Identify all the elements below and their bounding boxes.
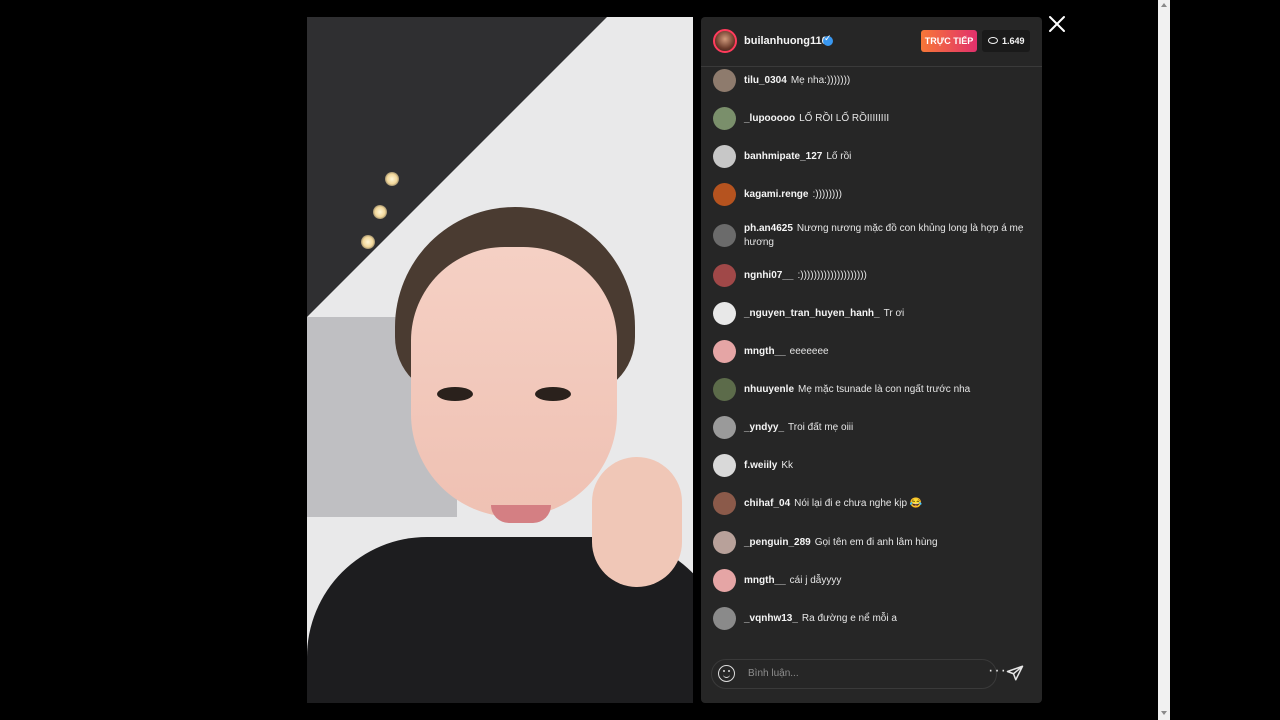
comment-text: Kk xyxy=(781,460,794,471)
comment-text: cái j dẫyyyy xyxy=(789,575,842,586)
close-icon[interactable] xyxy=(1047,14,1067,34)
viewer-count-badge[interactable]: 1.649 xyxy=(982,30,1030,52)
commenter-avatar[interactable] xyxy=(713,183,736,206)
live-video-feed[interactable] xyxy=(307,17,693,703)
streamer-mouth xyxy=(491,505,551,523)
comment-text: Troi đất mẹ oiii xyxy=(788,422,854,433)
live-badge: TRỰC TIẾP xyxy=(921,30,977,52)
commenter-username[interactable]: banhmipate_127 xyxy=(744,151,822,162)
comment-text: Ra đường e nể mỗi a xyxy=(801,613,897,624)
comment-text: :)))))))))))))))))))) xyxy=(797,270,867,281)
scroll-down-arrow-icon[interactable] xyxy=(1161,711,1167,715)
live-chat-panel: builanhuong116 TRỰC TIẾP 1.649 tilu_0304… xyxy=(701,17,1042,703)
commenter-avatar[interactable] xyxy=(713,340,736,363)
more-options-icon[interactable]: ··· xyxy=(988,663,1006,683)
host-username[interactable]: builanhuong116 xyxy=(744,35,828,47)
commenter-avatar[interactable] xyxy=(713,302,736,325)
commenter-username[interactable]: f.weiily xyxy=(744,460,777,471)
commenter-avatar[interactable] xyxy=(713,145,736,168)
comment-text: Gọi tên em đi anh lâm hùng xyxy=(814,537,938,548)
comment-text: LỐ RỒI LỐ RỒIIIIIIII xyxy=(799,113,890,124)
streamer-face xyxy=(411,247,617,523)
comment-text: eeeeeee xyxy=(789,346,829,357)
commenter-avatar[interactable] xyxy=(713,378,736,401)
streamer-person xyxy=(307,207,693,703)
commenter-username[interactable]: _vqnhw13_ xyxy=(744,613,798,624)
verified-icon xyxy=(823,33,833,46)
streamer-eye xyxy=(535,387,571,401)
commenter-avatar[interactable] xyxy=(713,224,736,247)
comment-composer: ··· xyxy=(701,657,1042,703)
scroll-up-arrow-icon[interactable] xyxy=(1161,3,1167,7)
commenter-avatar[interactable] xyxy=(713,531,736,554)
comment-text: Lố rồi xyxy=(826,151,852,162)
host-avatar[interactable] xyxy=(713,29,737,53)
live-stream-viewer: builanhuong116 TRỰC TIẾP 1.649 tilu_0304… xyxy=(0,0,1280,720)
commenter-username[interactable]: nhuuyenle xyxy=(744,384,794,395)
comment-text: Tr ơi xyxy=(883,308,905,319)
ceiling-light xyxy=(385,172,399,186)
commenter-avatar[interactable] xyxy=(713,569,736,592)
comment-text: Mẹ mặc tsunade là con ngất trước nha xyxy=(798,384,971,395)
commenter-avatar[interactable] xyxy=(713,454,736,477)
comment-text: Mẹ nha:))))))) xyxy=(790,75,851,86)
commenter-avatar[interactable] xyxy=(713,264,736,287)
streamer-eye xyxy=(437,387,473,401)
commenter-username[interactable]: _nguyen_tran_huyen_hanh_ xyxy=(744,308,880,319)
commenter-username[interactable]: chihaf_04 xyxy=(744,498,790,509)
commenter-avatar[interactable] xyxy=(713,492,736,515)
commenter-avatar[interactable] xyxy=(713,607,736,630)
streamer-hand xyxy=(592,457,682,587)
live-header: builanhuong116 TRỰC TIẾP 1.649 xyxy=(701,17,1042,67)
viewer-count: 1.649 xyxy=(1002,36,1025,46)
page-scrollbar[interactable] xyxy=(1158,0,1170,720)
commenter-username[interactable]: kagami.renge xyxy=(744,189,808,200)
comments-list: tilu_0304 Mẹ nha:))))))) _lupooooo LỐ RỒI … xyxy=(701,67,1042,657)
commenter-username[interactable]: mngth__ xyxy=(744,575,786,586)
send-icon[interactable] xyxy=(1006,664,1024,682)
commenter-avatar[interactable] xyxy=(713,107,736,130)
commenter-username[interactable]: _yndyy_ xyxy=(744,422,784,433)
comment-input[interactable] xyxy=(748,668,948,679)
commenter-username[interactable]: _penguin_289 xyxy=(744,537,811,548)
commenter-avatar[interactable] xyxy=(713,416,736,439)
commenter-username[interactable]: tilu_0304 xyxy=(744,75,787,86)
comment-text: Nói lại đi e chưa nghe kịp 😂 xyxy=(794,498,923,509)
eye-icon xyxy=(988,37,998,45)
commenter-username[interactable]: ph.an4625 xyxy=(744,223,793,234)
comment-input-wrapper: ··· xyxy=(711,659,1006,689)
comment-text: :)))))))) xyxy=(812,189,842,200)
commenter-username[interactable]: mngth__ xyxy=(744,346,786,357)
commenter-username[interactable]: _lupooooo xyxy=(744,113,795,124)
commenter-avatar[interactable] xyxy=(713,69,736,92)
commenter-username[interactable]: ngnhi07__ xyxy=(744,270,793,281)
